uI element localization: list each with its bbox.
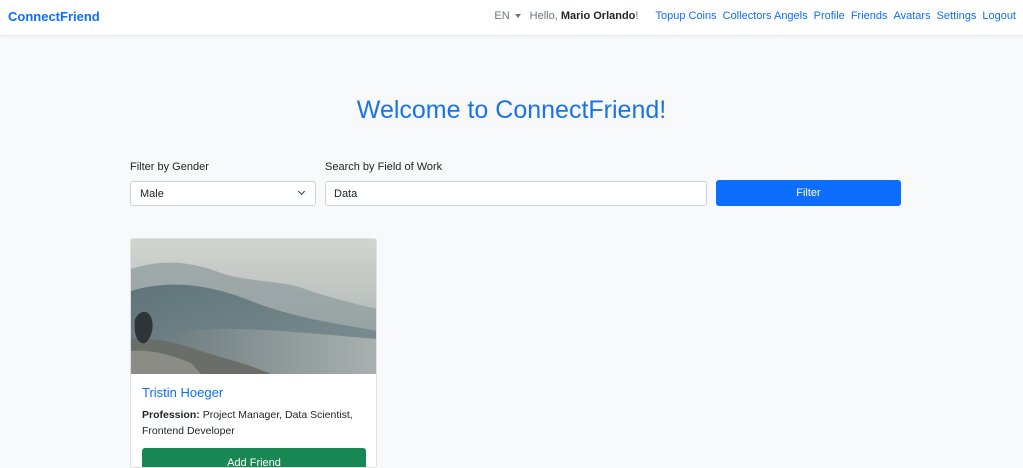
friend-profession: Profession: Project Manager, Data Scient… — [142, 407, 372, 439]
add-friend-button[interactable]: Add Friend — [142, 448, 366, 467]
nav-link-logout[interactable]: Logout — [982, 10, 1016, 22]
user-name: Mario Orlando — [560, 10, 636, 22]
field-of-work-input[interactable] — [325, 181, 707, 206]
language-dropdown[interactable]: EN — [494, 10, 521, 22]
user-greeting: Hello, Mario Orlando! — [530, 10, 639, 22]
profession-label: Profession: — [142, 409, 200, 421]
page-title: Welcome to ConnectFriend! — [356, 96, 667, 124]
gender-filter-label: Filter by Gender — [130, 161, 209, 173]
caret-down-icon — [514, 14, 521, 18]
gender-select[interactable]: Male — [130, 181, 316, 206]
friend-name[interactable]: Tristin Hoeger — [142, 385, 223, 400]
greeting-suffix: ! — [635, 10, 639, 22]
navbar: ConnectFriend EN Hello, Mario Orlando! T… — [0, 0, 1023, 36]
nav-link-profile[interactable]: Profile — [814, 10, 845, 22]
chevron-down-icon — [297, 187, 306, 196]
nav-link-collectors-angels[interactable]: Collectors Angels — [723, 10, 808, 22]
gender-select-value: Male — [140, 188, 164, 200]
language-label: EN — [494, 10, 510, 22]
nav-link-topup-coins[interactable]: Topup Coins — [655, 10, 716, 22]
navbar-right: EN Hello, Mario Orlando! Topup Coins Col… — [494, 10, 1016, 22]
nav-link-settings[interactable]: Settings — [937, 10, 977, 22]
nav-link-friends[interactable]: Friends — [851, 10, 888, 22]
field-of-work-label: Search by Field of Work — [325, 161, 443, 173]
profile-photo — [131, 239, 376, 374]
greeting-prefix: Hello, — [529, 10, 561, 22]
filter-button[interactable]: Filter — [716, 180, 901, 206]
nav-link-avatars[interactable]: Avatars — [894, 10, 931, 22]
brand-logo[interactable]: ConnectFriend — [8, 9, 100, 24]
friend-card: Tristin Hoeger Profession: Project Manag… — [130, 238, 377, 468]
